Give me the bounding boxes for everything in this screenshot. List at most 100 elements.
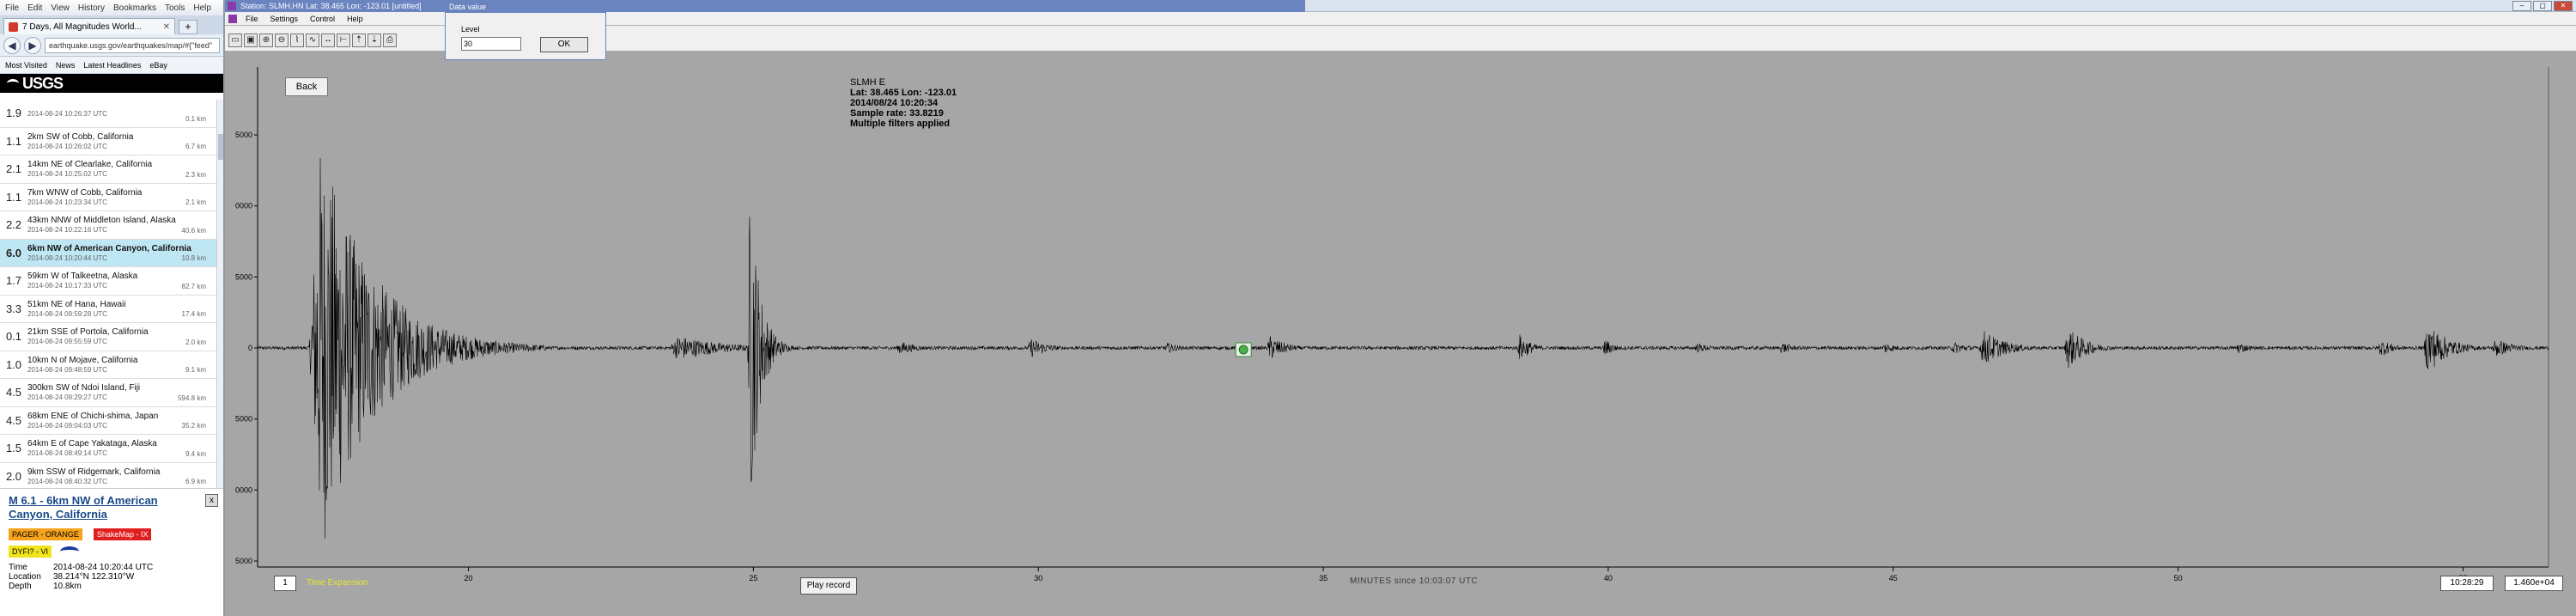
earthquake-list-item[interactable]: 1.1 2km SW of Cobb, California 2014-08-24 … xyxy=(0,128,216,156)
seismogram-trace xyxy=(257,158,2549,539)
eq-depth: 594.8 km xyxy=(178,393,206,402)
detail-title-link[interactable]: M 6.1 - 6km NW of American Canyon, Calif… xyxy=(9,494,197,521)
tab-earthquakes[interactable]: 7 Days, All Magnitudes World... ✕ xyxy=(3,18,175,34)
menu-view[interactable]: View xyxy=(51,3,70,13)
earthquake-list-item[interactable]: 1.9 2014-08-24 10:26:37 UTC 0.1 km xyxy=(0,100,216,128)
seismogram-svg[interactable]: 15000 10000 5000 0 -5000 -10000 -15000 20 25 30 35… xyxy=(235,65,2569,607)
eq-depth: 0.1 km xyxy=(185,114,206,123)
new-tab-button[interactable]: + xyxy=(179,20,197,34)
level-input[interactable] xyxy=(461,37,521,51)
maximize-icon[interactable]: ▢ xyxy=(2533,1,2552,11)
marker-dot-icon xyxy=(1238,345,1249,355)
menu-edit[interactable]: Edit xyxy=(27,3,42,13)
station-code: SLMH E xyxy=(850,77,885,88)
cursor-time-readout: 10:28:29 xyxy=(2440,576,2494,591)
earthquake-list-item[interactable]: 2.0 9km SSW of Ridgemark, California 2014-… xyxy=(0,463,216,489)
close-detail-icon[interactable]: x xyxy=(205,494,218,507)
eq-depth: 82.7 km xyxy=(181,282,206,290)
x-tick-label: 50 xyxy=(2174,574,2183,582)
spectrum-icon[interactable]: ∿ xyxy=(306,34,319,47)
time-expansion-label: Time Expansion xyxy=(307,578,368,588)
viewer-menu-help[interactable]: Help xyxy=(347,12,363,25)
bookmark-most-visited[interactable]: Most Visited xyxy=(5,61,47,70)
viewer-menu-control[interactable]: Control xyxy=(310,12,335,25)
bookmark-latest-headlines[interactable]: Latest Headlines xyxy=(83,61,141,70)
pan-icon[interactable]: ↔ xyxy=(321,34,335,47)
amplitude-up-icon[interactable]: ⇡ xyxy=(352,34,366,47)
menu-help[interactable]: Help xyxy=(193,3,211,13)
shakemap-badge[interactable]: ShakeMap - IX xyxy=(93,528,152,540)
forward-arrow-icon[interactable]: ▶ xyxy=(24,36,41,54)
eq-magnitude: 4.5 xyxy=(5,413,22,427)
earthquake-list-item[interactable]: 2.2 43km NNW of Middleton Island, Alaska 2… xyxy=(0,211,216,240)
sample-rate: Sample rate: 33.8219 xyxy=(850,108,944,119)
dialog-title: Data value xyxy=(446,1,605,13)
detail-depth-row: Depth 10.8km xyxy=(9,582,216,591)
bookmark-news[interactable]: News xyxy=(56,61,76,70)
open-file-icon[interactable]: ▭ xyxy=(228,34,242,47)
usgs-logo[interactable]: USGS xyxy=(22,75,64,93)
x-tick-label: 30 xyxy=(1034,574,1042,582)
earthquake-list-item[interactable]: 6.0 6km NW of American Canyon, California… xyxy=(0,239,216,267)
eq-magnitude: 0.1 xyxy=(5,330,22,344)
measure-icon[interactable]: ⊢ xyxy=(337,34,350,47)
time-expansion-input[interactable]: 1 xyxy=(274,576,296,591)
eq-magnitude: 4.5 xyxy=(5,386,22,399)
back-arrow-icon[interactable]: ◀ xyxy=(3,36,21,54)
back-button[interactable]: Back xyxy=(285,77,328,96)
eq-place: 64km E of Cape Yakataga, Alaska xyxy=(27,439,157,449)
eq-magnitude: 2.1 xyxy=(5,162,22,176)
menu-file[interactable]: File xyxy=(5,3,19,13)
save-icon[interactable]: ▣ xyxy=(244,34,258,47)
zoom-in-icon[interactable]: ⊕ xyxy=(259,34,273,47)
viewer-menu-file[interactable]: File xyxy=(246,12,258,25)
earthquake-list-item[interactable]: 1.7 59km W of Talkeetna, Alaska 2014-08-24… xyxy=(0,267,216,296)
dyfi-badge[interactable]: DYFI? - VI xyxy=(9,546,52,558)
tsunami-wave-icon xyxy=(60,546,80,557)
address-bar[interactable]: earthquake.usgs.gov/earthquakes/map/#{"f… xyxy=(45,37,220,53)
zoom-out-icon[interactable]: ⊖ xyxy=(275,34,289,47)
amplitude-down-icon[interactable]: ⇣ xyxy=(368,34,381,47)
filter-icon[interactable]: ⌇ xyxy=(290,34,304,47)
x-tick-label: 20 xyxy=(465,574,473,582)
list-scrollbar[interactable] xyxy=(216,100,223,488)
earthquake-list-item[interactable]: 0.1 21km SSE of Portola, California 2014-0… xyxy=(0,323,216,351)
pager-badge[interactable]: PAGER - ORANGE xyxy=(9,528,82,540)
earthquake-list-item[interactable]: 4.5 300km SW of Ndoi Island, Fiji 2014-08-… xyxy=(0,379,216,407)
eq-magnitude: 3.3 xyxy=(5,302,22,315)
ok-button[interactable]: OK xyxy=(540,37,588,52)
station-info: SLMH E Lat: 38.465 Lon: -123.01 2014/08/… xyxy=(850,77,957,129)
bookmark-ebay[interactable]: eBay xyxy=(149,61,167,70)
earthquake-list-item[interactable]: 3.3 51km NE of Hana, Hawaii 2014-08-24 09:… xyxy=(0,296,216,323)
menu-bookmarks[interactable]: Bookmarks xyxy=(113,3,156,13)
minimize-icon[interactable]: – xyxy=(2512,1,2531,11)
eq-depth: 9.4 km xyxy=(185,449,206,458)
earthquake-list-item[interactable]: 1.5 64km E of Cape Yakataga, Alaska 2014-0… xyxy=(0,435,216,463)
scrollbar-thumb[interactable] xyxy=(218,134,223,160)
usgs-favicon-icon xyxy=(9,21,18,32)
detail-location-row: Location 38.214°N 122.310°W xyxy=(9,572,216,582)
menu-tools[interactable]: Tools xyxy=(165,3,185,13)
eq-place: 300km SW of Ndoi Island, Fiji xyxy=(27,383,141,393)
y-tick-label: 5000 xyxy=(235,272,252,281)
play-record-button[interactable]: Play record xyxy=(800,577,857,595)
close-window-icon[interactable]: ✕ xyxy=(2554,1,2573,11)
earthquake-list-item[interactable]: 2.1 14km NE of Clearlake, California 2014-… xyxy=(0,156,216,184)
location-value: 38.214°N 122.310°W xyxy=(53,572,135,582)
viewer-menu-settings[interactable]: Settings xyxy=(270,12,299,25)
eq-place: 6km NW of American Canyon, California xyxy=(27,243,191,253)
print-icon[interactable]: ⎙ xyxy=(383,34,397,47)
eq-place: 14km NE of Clearlake, California xyxy=(27,160,153,170)
earthquake-list-item[interactable]: 1.1 7km WNW of Cobb, California 2014-08-24… xyxy=(0,184,216,211)
level-label: Level xyxy=(461,25,480,34)
seismogram-plot[interactable]: 15000 10000 5000 0 -5000 -10000 -15000 20 25 30 35… xyxy=(235,65,2569,607)
earthquake-list-item[interactable]: 4.5 68km ENE of Chichi-shima, Japan 2014-0… xyxy=(0,407,216,435)
earthquake-detail-panel: M 6.1 - 6km NW of American Canyon, Calif… xyxy=(0,488,223,616)
app-menu-icon[interactable] xyxy=(228,15,237,23)
usgs-wave-icon xyxy=(7,79,19,88)
close-tab-icon[interactable]: ✕ xyxy=(163,22,170,32)
eq-depth: 2.0 km xyxy=(185,338,206,346)
eq-magnitude: 6.0 xyxy=(5,246,22,259)
menu-history[interactable]: History xyxy=(78,3,105,13)
earthquake-list-item[interactable]: 1.0 10km N of Mojave, California 2014-08-2… xyxy=(0,351,216,379)
